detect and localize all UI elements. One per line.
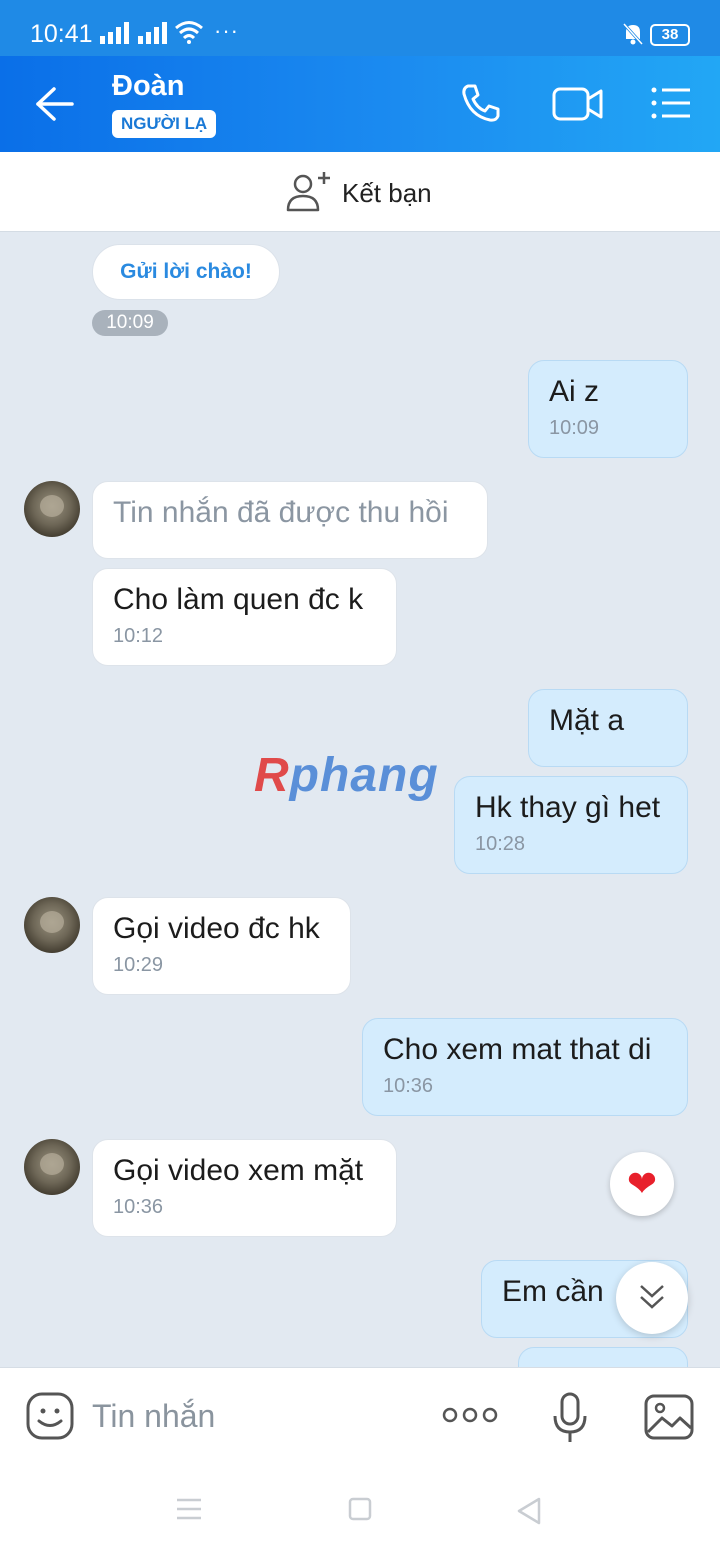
- mic-icon[interactable]: [552, 1392, 588, 1444]
- watermark-text: phang: [289, 749, 439, 802]
- message-text: Cho xem mat that di: [383, 1033, 652, 1066]
- signal-icon: [100, 22, 129, 44]
- more-icon[interactable]: [442, 1406, 498, 1424]
- menu-list-icon[interactable]: [650, 86, 692, 120]
- message-time: 10:36: [113, 1196, 164, 1218]
- emoji-icon[interactable]: [26, 1392, 74, 1440]
- message-bubble-in[interactable]: Gọi video xem mặt 10:36: [92, 1139, 397, 1237]
- stranger-badge: NGƯỜI LẠ: [112, 110, 217, 138]
- add-friend-icon: [286, 172, 330, 212]
- message-time: 10:29: [113, 954, 164, 976]
- more-status-icon: ···: [214, 18, 239, 43]
- back-nav-icon[interactable]: [516, 1497, 542, 1525]
- system-nav-bar: [0, 1467, 720, 1560]
- message-time: 10:09: [549, 417, 600, 439]
- message-input[interactable]: Tin nhắn: [92, 1398, 215, 1435]
- message-text: Gọi video đc hk: [113, 912, 320, 945]
- message-text: Mặt a: [549, 704, 625, 737]
- message-bubble-out[interactable]: Cho xem mat that di 10:36: [362, 1018, 688, 1116]
- add-friend-bar[interactable]: Kết bạn: [0, 152, 720, 232]
- avatar[interactable]: [24, 897, 80, 953]
- avatar[interactable]: [24, 481, 80, 537]
- message-text: Cho làm quen đc k: [113, 583, 364, 616]
- back-arrow-icon[interactable]: [34, 86, 74, 122]
- message-text: Ai z: [549, 375, 600, 408]
- message-input-bar: Tin nhắn: [0, 1367, 720, 1467]
- home-nav-icon[interactable]: [348, 1497, 372, 1521]
- menu-nav-icon[interactable]: [176, 1497, 202, 1521]
- recalled-message-text: Tin nhắn đã được thu hồi: [113, 496, 449, 529]
- message-bubble-out[interactable]: Hk thay gì het 10:28: [454, 776, 688, 874]
- message-text: Hk thay gì het: [475, 791, 661, 824]
- wifi-icon: [175, 21, 203, 44]
- chat-header: Đoàn NGƯỜI LẠ: [0, 56, 720, 152]
- battery-icon: 38: [650, 24, 690, 46]
- message-time: 10:12: [113, 625, 164, 647]
- image-icon[interactable]: [644, 1394, 694, 1440]
- send-greeting-button[interactable]: Gửi lời chào!: [92, 244, 280, 300]
- status-bar: 10:41 ··· 38: [0, 0, 720, 56]
- message-text: Em cần: [502, 1275, 604, 1308]
- status-time: 10:41: [30, 20, 93, 48]
- message-bubble-out[interactable]: Ai z 10:09: [528, 360, 688, 458]
- message-bubble-out[interactable]: Mặt a: [528, 689, 688, 767]
- mute-bell-icon: [622, 22, 644, 46]
- greeting-time: 10:09: [92, 310, 168, 336]
- message-bubble-in[interactable]: Cho làm quen đc k 10:12: [92, 568, 397, 666]
- video-call-icon[interactable]: [552, 86, 604, 122]
- watermark-logo: Rphang: [254, 748, 439, 803]
- signal-icon: [138, 22, 167, 44]
- message-bubble-in[interactable]: Tin nhắn đã được thu hồi: [92, 481, 488, 559]
- contact-name[interactable]: Đoàn: [112, 70, 185, 103]
- scroll-to-bottom-button[interactable]: [616, 1262, 688, 1334]
- message-text: Gọi video xem mặt: [113, 1154, 364, 1187]
- phone-icon[interactable]: [460, 82, 502, 124]
- message-time: 10:36: [383, 1075, 434, 1097]
- chevron-down-icon: [640, 1285, 664, 1309]
- watermark-letter: R: [254, 749, 290, 802]
- avatar[interactable]: [24, 1139, 80, 1195]
- heart-reaction-button[interactable]: ❤: [610, 1152, 674, 1216]
- message-bubble-in[interactable]: Gọi video đc hk 10:29: [92, 897, 351, 995]
- message-time: 10:28: [475, 833, 526, 855]
- add-friend-label: Kết bạn: [342, 178, 432, 208]
